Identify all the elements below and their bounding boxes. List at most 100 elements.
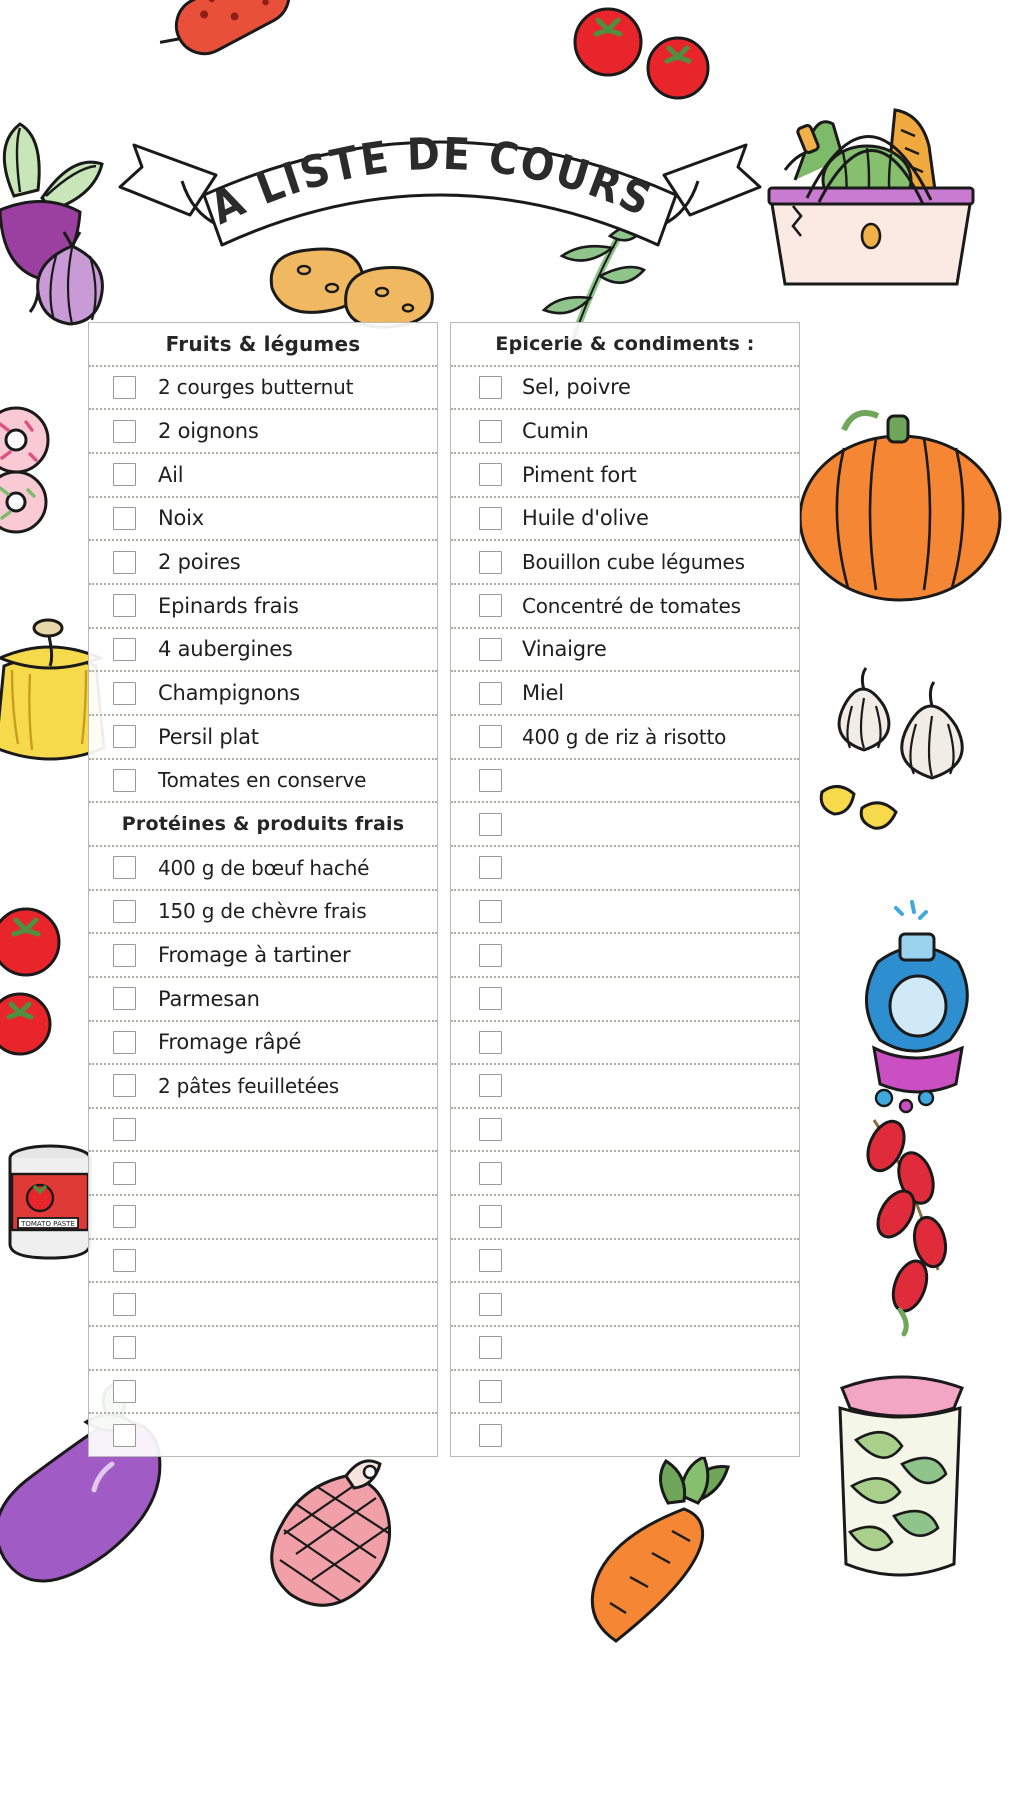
checklist-row[interactable] [89, 1327, 437, 1371]
checklist-row[interactable]: 2 pâtes feuilletées [89, 1065, 437, 1109]
checkbox[interactable] [479, 419, 502, 443]
checklist-row[interactable] [451, 934, 799, 978]
checkbox[interactable] [113, 899, 136, 923]
checkbox[interactable] [479, 1118, 502, 1142]
checklist-row[interactable] [451, 1022, 799, 1066]
checkbox[interactable] [479, 463, 502, 487]
checklist-row[interactable]: Epinards frais [89, 585, 437, 629]
checkbox[interactable] [113, 594, 136, 618]
checklist-row[interactable]: 150 g de chèvre frais [89, 891, 437, 935]
checklist-row[interactable]: Concentré de tomates [451, 585, 799, 629]
checkbox[interactable] [113, 987, 136, 1011]
checkbox[interactable] [113, 1030, 136, 1054]
checkbox[interactable] [479, 987, 502, 1011]
checkbox[interactable] [479, 725, 502, 749]
checklist-row[interactable]: 400 g de riz à risotto [451, 716, 799, 760]
checkbox[interactable] [479, 1161, 502, 1185]
checklist-row[interactable] [451, 1327, 799, 1371]
checklist-row[interactable]: Ail [89, 454, 437, 498]
checkbox[interactable] [479, 1249, 502, 1273]
checklist-row[interactable] [89, 1109, 437, 1153]
checkbox[interactable] [479, 943, 502, 967]
checklist-row[interactable]: Tomates en conserve [89, 760, 437, 804]
checklist-row[interactable]: Miel [451, 672, 799, 716]
checklist-row[interactable] [451, 891, 799, 935]
checklist-row[interactable] [89, 1414, 437, 1456]
checkbox[interactable] [113, 768, 136, 792]
checklist-row[interactable] [451, 978, 799, 1022]
checklist-row[interactable]: Fromage râpé [89, 1022, 437, 1066]
checklist-row[interactable] [451, 1283, 799, 1328]
checkbox[interactable] [113, 506, 136, 530]
checkbox[interactable] [113, 550, 136, 574]
checklist-row[interactable]: Noix [89, 498, 437, 542]
checklist-row[interactable]: Fromage à tartiner [89, 934, 437, 978]
checklist-row[interactable] [451, 1414, 799, 1456]
checkbox[interactable] [479, 550, 502, 574]
checkbox[interactable] [113, 463, 136, 487]
checkbox[interactable] [479, 1074, 502, 1098]
checkbox[interactable] [113, 1161, 136, 1185]
checkbox[interactable] [479, 1205, 502, 1229]
checkbox[interactable] [113, 419, 136, 443]
checklist-row[interactable]: 2 courges butternut [89, 367, 437, 411]
checklist-row[interactable]: 2 poires [89, 541, 437, 585]
checkbox[interactable] [113, 1118, 136, 1142]
checklist-row[interactable] [89, 1240, 437, 1284]
checkbox[interactable] [479, 1292, 502, 1316]
checklist-row[interactable]: Champignons [89, 672, 437, 716]
checkbox[interactable] [479, 1030, 502, 1054]
checklist-item-label: Miel [522, 681, 564, 706]
checklist-row[interactable] [451, 760, 799, 804]
checklist-row[interactable] [89, 1152, 437, 1197]
checklist-row[interactable]: 400 g de bœuf haché [89, 847, 437, 891]
checklist-row[interactable] [451, 1196, 799, 1240]
checklist-row[interactable] [451, 1371, 799, 1415]
checkbox[interactable] [113, 856, 136, 880]
checklist-row[interactable]: Persil plat [89, 716, 437, 760]
checkbox[interactable] [479, 681, 502, 705]
checkbox[interactable] [113, 681, 136, 705]
checkbox[interactable] [479, 856, 502, 880]
checklist-row[interactable]: Sel, poivre [451, 367, 799, 411]
checklist-row[interactable] [89, 1196, 437, 1240]
checkbox[interactable] [113, 1074, 136, 1098]
checkbox[interactable] [479, 375, 502, 399]
checkbox[interactable] [113, 1205, 136, 1229]
checkbox[interactable] [113, 1292, 136, 1316]
checkbox[interactable] [113, 1336, 136, 1360]
checklist-row[interactable] [451, 1109, 799, 1153]
checkbox[interactable] [479, 594, 502, 618]
checkbox[interactable] [113, 1249, 136, 1273]
checklist-row[interactable] [89, 1371, 437, 1415]
checkbox[interactable] [113, 375, 136, 399]
checklist-row[interactable]: Cumin [451, 410, 799, 454]
column-right: Epicerie & condiments : Sel, poivre Cumin P… [450, 322, 800, 1457]
checkbox[interactable] [479, 506, 502, 530]
checkbox[interactable] [479, 812, 502, 836]
checklist-row[interactable]: Bouillon cube légumes [451, 541, 799, 585]
checkbox[interactable] [479, 1380, 502, 1404]
checkbox[interactable] [479, 1336, 502, 1360]
checklist-row[interactable]: 2 oignons [89, 410, 437, 454]
checkbox[interactable] [479, 768, 502, 792]
checkbox[interactable] [479, 899, 502, 923]
checklist-row[interactable] [451, 847, 799, 891]
checklist-row[interactable]: Piment fort [451, 454, 799, 498]
checkbox[interactable] [113, 1380, 136, 1404]
checklist-row[interactable]: 4 aubergines [89, 629, 437, 673]
checklist-row[interactable] [451, 1152, 799, 1197]
checklist-row[interactable]: Parmesan [89, 978, 437, 1022]
checklist-row[interactable]: Huile d'olive [451, 498, 799, 542]
checkbox[interactable] [113, 637, 136, 661]
checklist-row[interactable] [451, 1240, 799, 1284]
checklist-row[interactable] [451, 803, 799, 847]
checkbox[interactable] [479, 1423, 502, 1447]
checkbox[interactable] [113, 943, 136, 967]
checklist-row[interactable] [451, 1065, 799, 1109]
checkbox[interactable] [113, 1423, 136, 1447]
checkbox[interactable] [113, 725, 136, 749]
checklist-row[interactable] [89, 1283, 437, 1328]
checklist-row[interactable]: Vinaigre [451, 629, 799, 673]
checkbox[interactable] [479, 637, 502, 661]
